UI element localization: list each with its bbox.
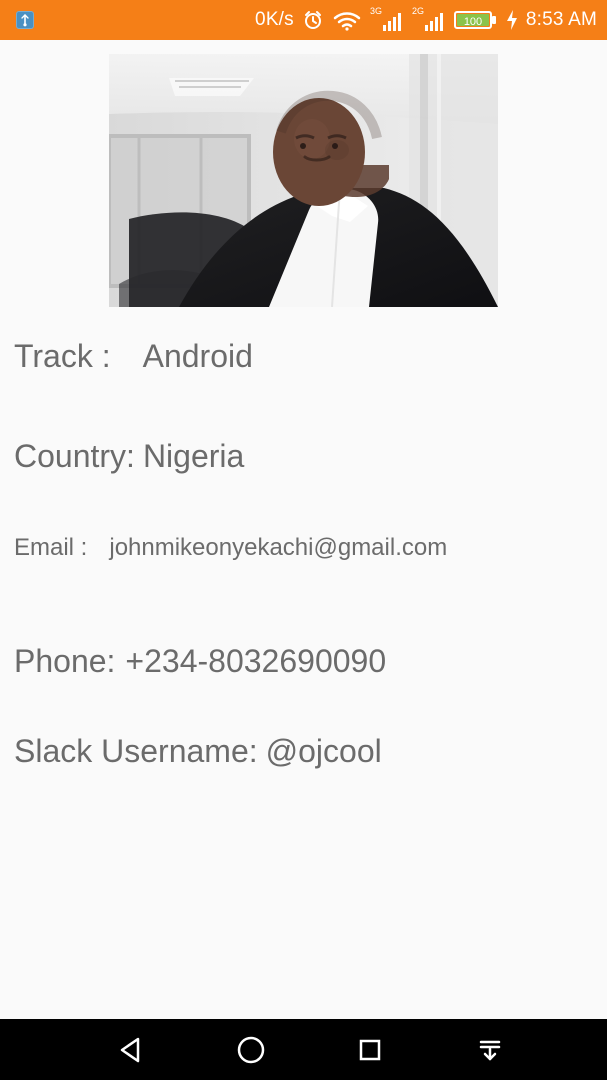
signal-2g-icon: 2G	[412, 0, 446, 40]
track-line: Track : Android	[14, 338, 253, 375]
country-value: Nigeria	[142, 438, 245, 474]
wifi-icon	[332, 0, 362, 40]
track-value: Android	[142, 338, 253, 374]
battery-icon: 100	[453, 0, 498, 40]
email-value: johnmikeonyekachi@gmail.com	[109, 534, 448, 561]
charging-bolt-icon	[506, 0, 518, 40]
slack-label: Slack Username:	[14, 733, 258, 769]
network-3g-text: 3G	[370, 6, 382, 16]
slack-line: Slack Username: @ojcool	[14, 733, 382, 770]
home-button[interactable]	[232, 1031, 270, 1069]
notification-pull-icon	[479, 1040, 501, 1060]
signal-3g-icon: 3G	[370, 0, 404, 40]
email-line: Email : johnmikeonyekachi@gmail.com	[14, 534, 447, 562]
phone-value: +234-8032690090	[125, 643, 387, 679]
back-icon	[120, 1037, 140, 1062]
profile-photo	[109, 54, 498, 307]
profile-content: Track : Android Country: Nigeria Email : jo…	[0, 40, 607, 1019]
email-label: Email :	[14, 534, 88, 561]
status-right-group: 0K/s 3G 2G 100 8:53 AM	[255, 0, 597, 40]
country-line: Country: Nigeria	[14, 438, 244, 475]
battery-level-text: 100	[464, 16, 482, 28]
phone-line: Phone: +234-8032690090	[14, 643, 386, 680]
network-speed: 0K/s	[255, 9, 294, 30]
status-bar: 0K/s 3G 2G 100 8:53 AM	[0, 0, 607, 40]
slack-value: @ojcool	[265, 733, 382, 769]
country-label: Country:	[14, 438, 135, 474]
status-time: 8:53 AM	[525, 9, 597, 30]
alarm-icon	[302, 0, 324, 40]
track-label: Track :	[14, 338, 111, 374]
back-button[interactable]	[112, 1031, 150, 1069]
usb-debug-icon	[16, 11, 34, 29]
home-icon	[237, 1036, 264, 1063]
network-2g-text: 2G	[412, 6, 424, 16]
phone-label: Phone:	[14, 643, 116, 679]
recents-icon	[360, 1039, 381, 1060]
navigation-bar	[0, 1019, 607, 1080]
notification-pull-button[interactable]	[471, 1031, 509, 1069]
recents-button[interactable]	[351, 1031, 389, 1069]
